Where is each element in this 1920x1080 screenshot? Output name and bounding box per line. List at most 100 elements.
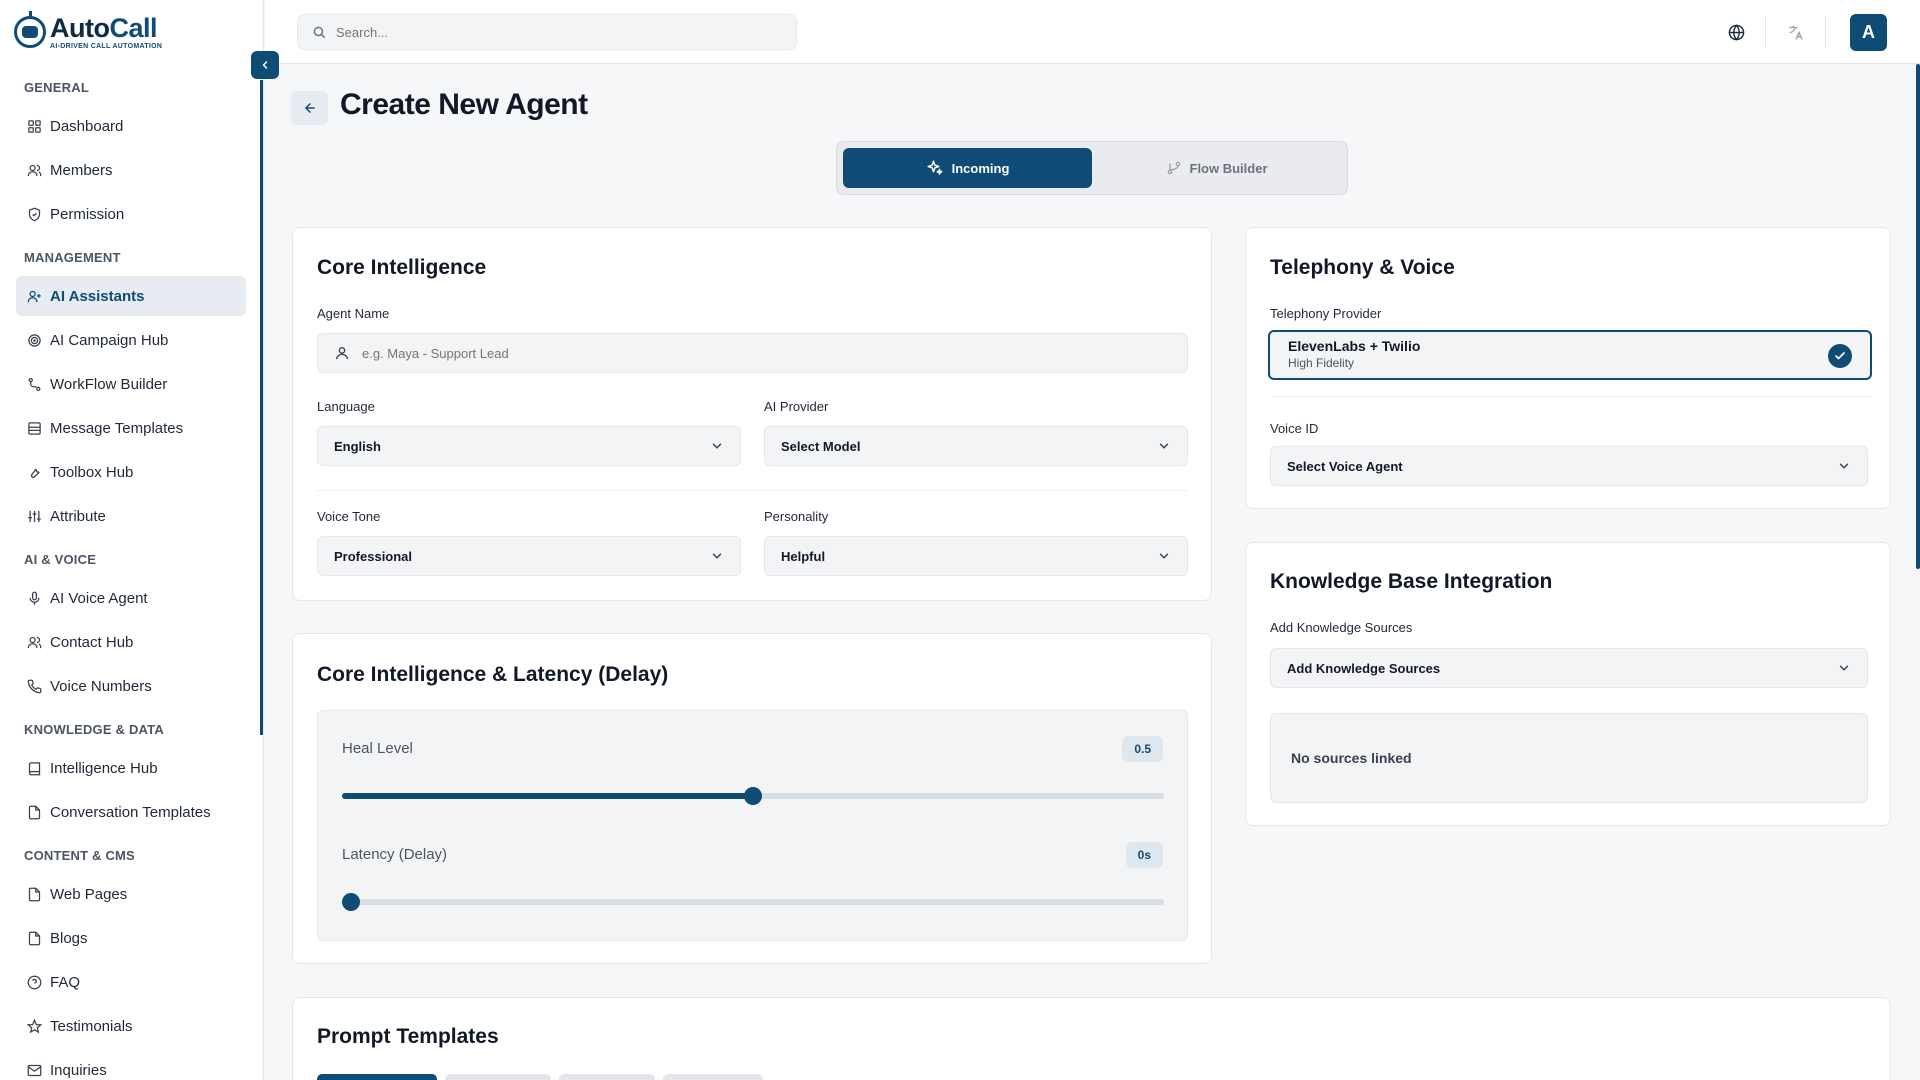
sidebar: AutoCall AI-DRIVEN CALL AUTOMATION GENER… (0, 0, 264, 1080)
personality-select[interactable]: Helpful (764, 536, 1188, 576)
agent-name-field[interactable] (317, 333, 1188, 373)
sidebar-item-dashboard[interactable]: Dashboard (16, 106, 246, 146)
chevron-down-icon (1839, 463, 1849, 469)
tab-flow-builder[interactable]: Flow Builder (1092, 148, 1341, 188)
latency-card: Core Intelligence & Latency (Delay) Heal… (292, 633, 1212, 964)
sidebar-item-label: Inquiries (50, 1061, 107, 1079)
prompt-template-tab[interactable] (445, 1074, 551, 1080)
user-avatar[interactable]: A (1850, 14, 1887, 51)
personality-label: Personality (764, 509, 829, 524)
sidebar-item-ai-assistants[interactable]: AI Assistants (16, 276, 246, 316)
sidebar-item-members[interactable]: Members (16, 150, 246, 190)
autocall-logo[interactable]: AutoCall AI-DRIVEN CALL AUTOMATION (14, 11, 162, 52)
sidebar-item-conversation-templates[interactable]: Conversation Templates (16, 792, 246, 832)
telephony-provider-option[interactable]: ElevenLabs + Twilio High Fidelity (1268, 330, 1872, 380)
wrench-icon (26, 464, 42, 480)
tab-incoming[interactable]: Incoming (843, 148, 1092, 188)
sidebar-item-voice-numbers[interactable]: Voice Numbers (16, 666, 246, 706)
search-input[interactable] (336, 24, 776, 40)
sidebar-item-label: Blogs (50, 929, 88, 947)
sidebar-item-toolbox-hub[interactable]: Toolbox Hub (16, 452, 246, 492)
sidebar-item-ai-campaign-hub[interactable]: AI Campaign Hub (16, 320, 246, 360)
ai-provider-label: AI Provider (764, 399, 829, 414)
latency-delay-thumb[interactable] (342, 893, 360, 911)
search-icon (313, 26, 325, 38)
heal-level-slider[interactable] (342, 787, 1164, 805)
core-intelligence-title: Core Intelligence (317, 256, 487, 279)
users-icon (26, 634, 42, 650)
translate-icon[interactable] (1783, 20, 1807, 44)
top-header: A (265, 0, 1920, 64)
sidebar-item-inquiries[interactable]: Inquiries (16, 1050, 246, 1080)
agent-name-input[interactable] (362, 345, 962, 361)
file-icon (26, 930, 42, 946)
latency-slider-panel: Heal Level 0.5 Latency (Delay) 0s (317, 710, 1188, 941)
prompt-template-tab[interactable] (317, 1074, 437, 1080)
telephony-provider-label: Telephony Provider (1270, 306, 1382, 321)
knowledge-title: Knowledge Base Integration (1270, 570, 1553, 593)
nav-section-heading: CONTENT & CMS (24, 847, 135, 863)
sidebar-item-label: FAQ (50, 973, 81, 991)
target-icon (26, 332, 42, 348)
search-bar[interactable] (297, 14, 797, 50)
star-icon (26, 1018, 42, 1034)
voice-id-value: Select Voice Agent (1287, 458, 1403, 474)
prompt-template-tab[interactable] (559, 1074, 655, 1080)
language-value: English (334, 438, 381, 454)
grid-icon (26, 118, 42, 134)
chevron-down-icon (1839, 665, 1849, 671)
latency-delay-slider[interactable] (342, 893, 1164, 911)
sidebar-item-blogs[interactable]: Blogs (16, 918, 246, 958)
sidebar-item-label: Conversation Templates (50, 803, 211, 821)
page-title: Create New Agent (340, 88, 588, 121)
prompt-template-tabs (317, 1074, 771, 1080)
prompt-template-tab[interactable] (663, 1074, 763, 1080)
sidebar-item-label: Contact Hub (50, 633, 134, 651)
git-branch-icon (1166, 160, 1182, 176)
ai-provider-select[interactable]: Select Model (764, 426, 1188, 466)
sidebar-item-testimonials[interactable]: Testimonials (16, 1006, 246, 1046)
sidebar-item-web-pages[interactable]: Web Pages (16, 874, 246, 914)
section-divider (1270, 396, 1870, 397)
heal-level-thumb[interactable] (744, 787, 762, 805)
sidebar-item-intelligence-hub[interactable]: Intelligence Hub (16, 748, 246, 788)
chevron-down-icon (712, 553, 722, 559)
chevron-down-icon (1159, 443, 1169, 449)
file-icon (26, 886, 42, 902)
layout-icon (26, 420, 42, 436)
mic-icon (26, 590, 42, 606)
sidebar-item-attribute[interactable]: Attribute (16, 496, 246, 536)
collapse-sidebar-button[interactable] (251, 51, 279, 79)
latency-title: Core Intelligence & Latency (Delay) (317, 663, 669, 686)
sliders-icon (26, 508, 42, 524)
prompt-templates-card: Prompt Templates (292, 997, 1891, 1080)
sidebar-item-permission[interactable]: Permission (16, 194, 246, 234)
sidebar-scroll-indicator[interactable] (260, 80, 263, 735)
back-button[interactable] (291, 91, 328, 125)
sidebar-item-label: AI Assistants (50, 287, 145, 305)
personality-value: Helpful (781, 548, 826, 564)
language-select[interactable]: English (317, 426, 741, 466)
knowledge-sources-select[interactable]: Add Knowledge Sources (1270, 648, 1868, 688)
voice-tone-select[interactable]: Professional (317, 536, 741, 576)
voice-id-select[interactable]: Select Voice Agent (1270, 446, 1868, 486)
check-icon (1828, 344, 1852, 368)
sidebar-item-label: Dashboard (50, 117, 124, 135)
chevron-left-icon (262, 61, 268, 69)
knowledge-sources-value: Add Knowledge Sources (1287, 660, 1441, 676)
latency-delay-label: Latency (Delay) (342, 846, 448, 863)
phone-icon (26, 678, 42, 694)
heal-level-label: Heal Level (342, 740, 413, 757)
robot-logo-icon (14, 11, 46, 48)
sidebar-item-message-templates[interactable]: Message Templates (16, 408, 246, 448)
sidebar-item-contact-hub[interactable]: Contact Hub (16, 622, 246, 662)
mail-icon (26, 1062, 42, 1078)
page-scrollbar[interactable] (1916, 64, 1920, 569)
user-plus-icon (26, 288, 42, 304)
sidebar-item-faq[interactable]: FAQ (16, 962, 246, 1002)
user-icon (336, 347, 348, 360)
sidebar-item-workflow-builder[interactable]: WorkFlow Builder (16, 364, 246, 404)
globe-icon[interactable] (1724, 20, 1748, 44)
agent-name-label: Agent Name (317, 306, 390, 321)
sidebar-item-ai-voice-agent[interactable]: AI Voice Agent (16, 578, 246, 618)
